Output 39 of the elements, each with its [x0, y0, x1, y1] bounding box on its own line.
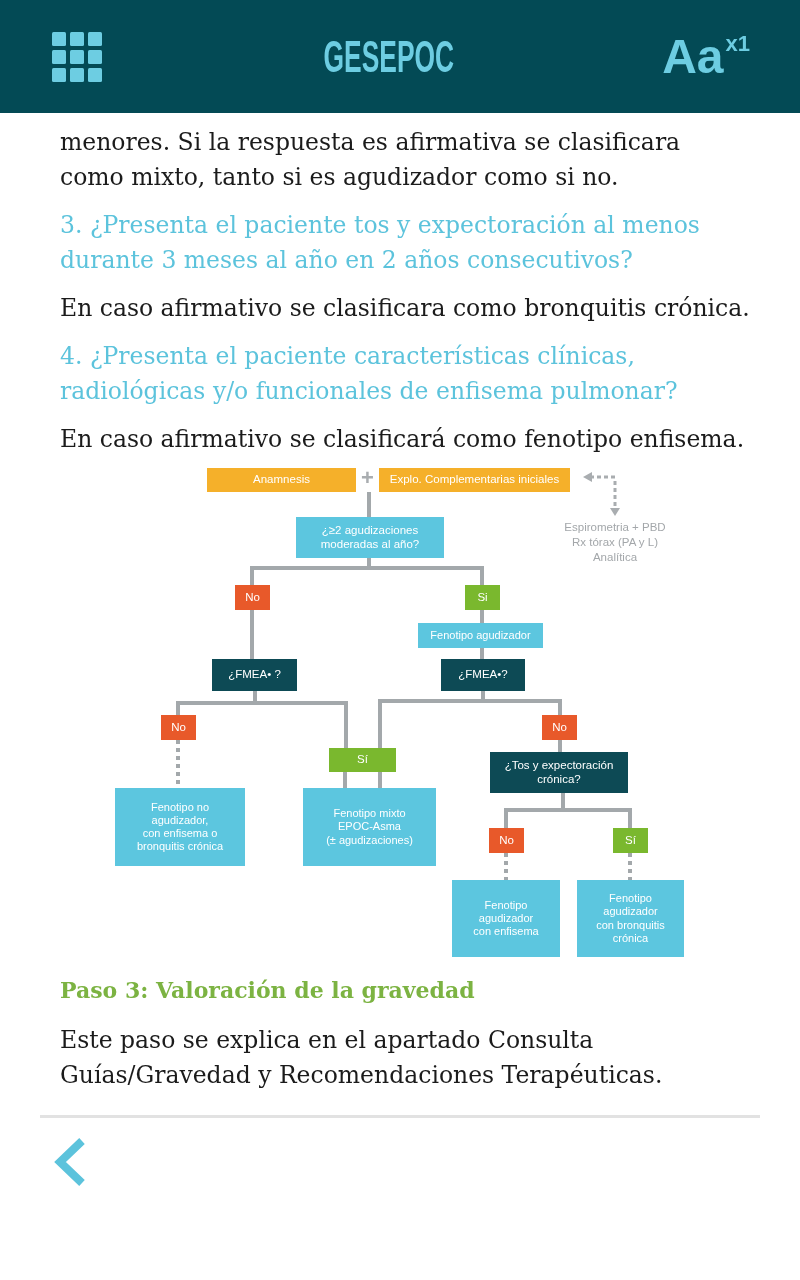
dashed-arrow [583, 472, 620, 516]
phenotype-node: Fenotipo agudizador con bronquitis crónica [577, 880, 684, 957]
connector-line [250, 610, 254, 659]
decision-node: ¿FMEA•? [441, 659, 525, 691]
question-node: ¿≥2 agudizaciones moderadas al año? [296, 517, 444, 558]
grid-icon[interactable] [52, 31, 102, 82]
phenotype-node: Fenotipo mixto EPOC-Asma (± agudizaciones) [303, 788, 436, 866]
dotted-connector [628, 853, 632, 880]
exam-note: Espirometria + PBD [564, 520, 666, 535]
no-node: No [235, 585, 270, 610]
phenotype-node: Fenotipo no agudizador, con enfisema o bronquitis crónica [115, 788, 245, 866]
exam-note: Analítica [592, 550, 638, 565]
body-paragraph: menores. Si la respuesta es afirmativa se clasificara como mixto, tanto si es agudizador como si no. [60, 127, 682, 193]
section-heading: Paso 3: Valoración de la gravedad [60, 976, 476, 1005]
body-paragraph: Este paso se explica en el apartado Consulta Guías/Gravedad y Recomendaciones Terapéuticas. [60, 1025, 664, 1091]
input-node: Explo. Complementarias iniciales [379, 468, 570, 492]
question-heading: 3. ¿Presenta el paciente tos y expectoración al menos durante 3 meses al año en 2 años consecutivos? [60, 210, 701, 276]
connector-line [367, 492, 371, 517]
dotted-connector [504, 853, 508, 880]
decision-node: ¿Tos y expectoración crónica? [490, 752, 628, 793]
connector-line [343, 770, 382, 790]
connector-line [480, 610, 484, 623]
connector-line [480, 648, 484, 659]
yes-node: Si [465, 585, 500, 610]
no-node: No [489, 828, 524, 853]
app-title: GESEPOC [323, 34, 455, 79]
yes-node: Sí [329, 748, 396, 772]
decision-node: ¿FMEA• ? [212, 659, 297, 691]
no-node: No [542, 715, 577, 740]
body-paragraph: En caso afirmativo se clasificara como bronquitis crónica. [60, 293, 750, 324]
phenotype-node: Fenotipo agudizador [418, 623, 543, 648]
exam-note: Rx tórax (PA y L) [571, 535, 659, 550]
no-node: No [161, 715, 196, 740]
input-node: Anamnesis [207, 468, 356, 492]
yes-node: Sí [613, 828, 648, 853]
question-heading: 4. ¿Presenta el paciente características clínicas, radiológicas y/o funcionales de enfisema pulmonar? [60, 341, 679, 407]
body-paragraph: En caso afirmativo se clasificará como fenotipo enfisema. [60, 424, 746, 455]
phenotype-node: Fenotipo agudizador con enfisema [452, 880, 560, 957]
plus-sign: + [361, 467, 374, 489]
